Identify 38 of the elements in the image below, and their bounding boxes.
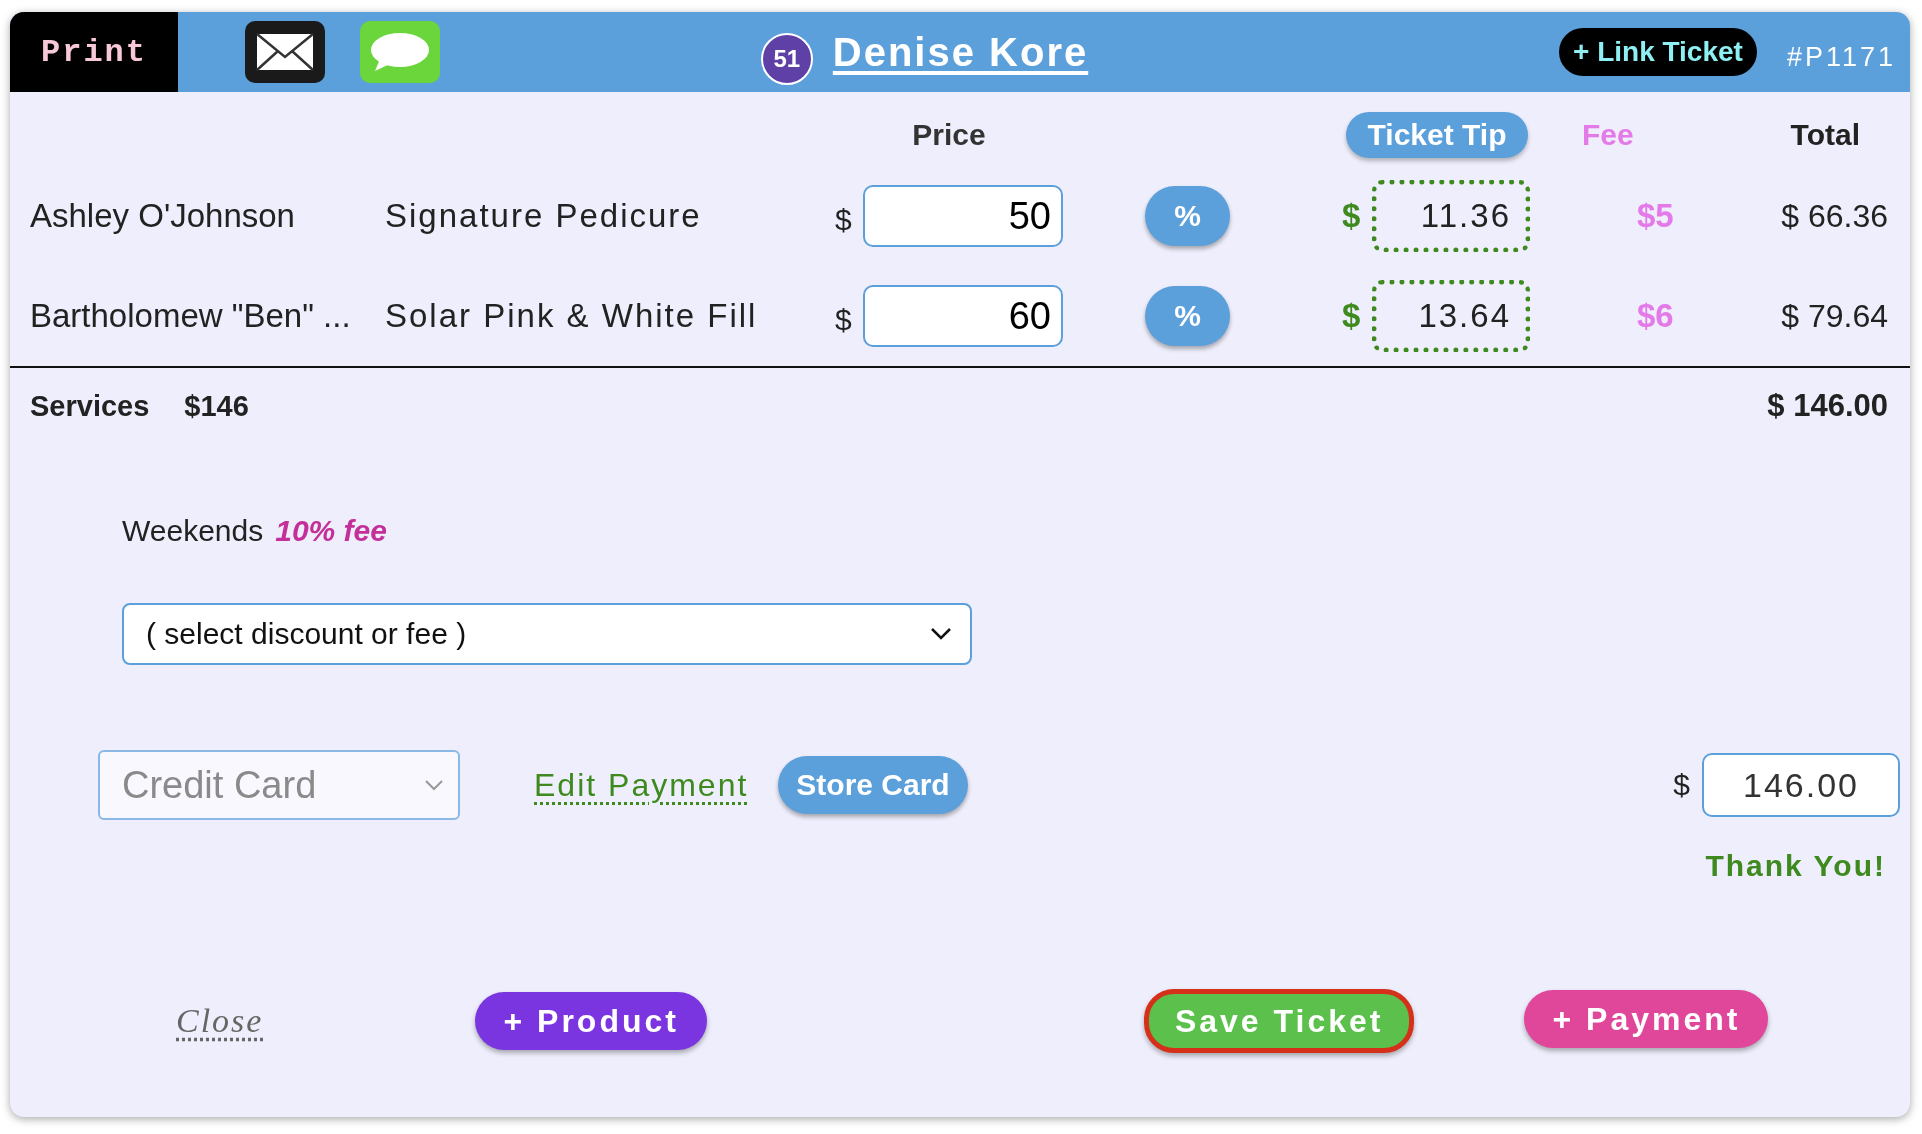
summary-amount: $146 [184,389,249,423]
discount-select[interactable]: ( select discount or fee ) [122,603,972,665]
link-ticket-button[interactable]: + Link Ticket [1559,28,1757,76]
summary-label: Services [30,389,150,423]
currency-symbol: $ [1342,297,1362,335]
promo-fee: 10% fee [275,514,387,548]
tip-field[interactable]: 13.64 [1372,280,1530,352]
currency-symbol: $ [835,303,853,337]
currency-symbol: $ [835,203,853,237]
column-header: Total [1790,118,1860,152]
payment-method-select: Credit Card [98,750,460,820]
client-name: Bartholomew "Ben" ... [30,297,352,335]
ticket-number: #P1171 [1786,41,1896,73]
promo-label: Weekends [122,514,264,548]
price-field[interactable]: 50 [863,185,1063,247]
column-header: Fee [1582,118,1634,152]
currency-symbol: $ [1673,768,1690,802]
add-product-button[interactable]: + Product [475,992,707,1050]
fee-amount: $5 [1637,197,1674,235]
service-name: Signature Pedicure [385,197,703,235]
thank-you-text: Thank You! [1705,849,1886,883]
price-field[interactable]: 60 [863,285,1063,347]
customer-badge: 51 [760,33,813,85]
currency-symbol: $ [1342,197,1362,235]
tip-field[interactable]: 11.36 [1372,180,1530,252]
print-button[interactable]: Print [10,12,178,92]
column-header: Price [912,118,986,152]
chevron-down-icon [930,627,952,641]
chevron-down-icon [424,779,444,791]
close-link[interactable]: Close [176,1002,264,1040]
fee-amount: $6 [1637,297,1674,335]
line-total: $ 79.64 [1781,297,1888,335]
service-name: Solar Pink & White Fill [385,297,759,335]
line-total: $ 66.36 [1781,197,1888,235]
summary-total: $ 146.00 [1767,388,1888,424]
envelope-icon[interactable] [245,21,325,83]
add-payment-button[interactable]: + Payment [1524,990,1769,1048]
client-name: Ashley O'Johnson [30,197,296,235]
